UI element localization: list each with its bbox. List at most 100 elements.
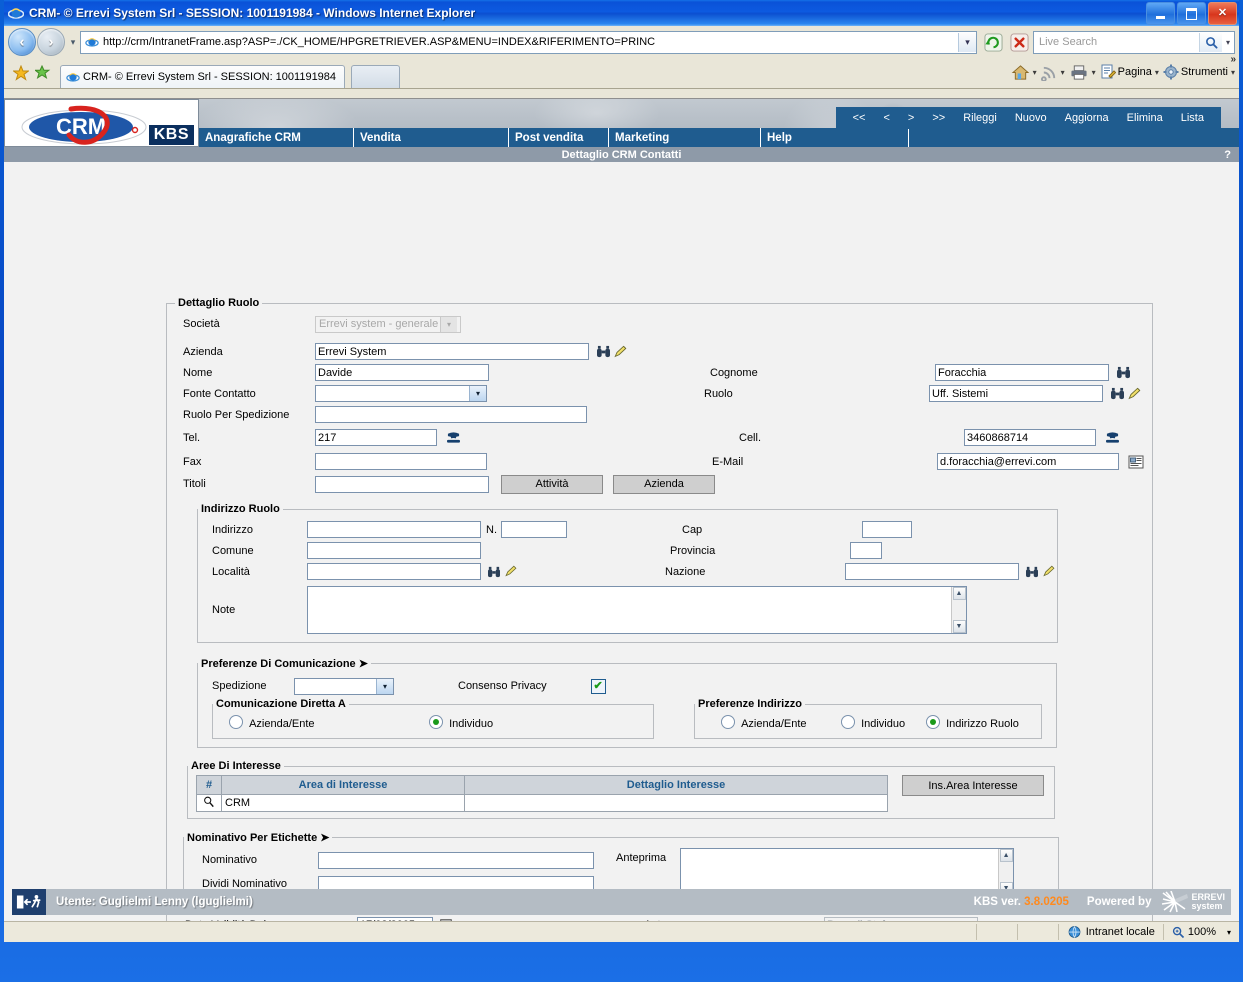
- nome-input[interactable]: [315, 364, 489, 381]
- help-icon[interactable]: ?: [1224, 149, 1231, 161]
- tools-menu[interactable]: Strumenti ▾: [1163, 64, 1235, 80]
- ins-area-interesse-button[interactable]: Ins.Area Interesse: [902, 775, 1044, 796]
- toolbar-first-button[interactable]: <<: [844, 112, 875, 124]
- page-menu[interactable]: Pagina ▾: [1100, 64, 1159, 80]
- fax-input[interactable]: [315, 453, 487, 470]
- toolbar-last-button[interactable]: >>: [923, 112, 954, 124]
- row-magnifier-cell[interactable]: [196, 794, 222, 812]
- add-to-favorites-icon[interactable]: [32, 62, 54, 84]
- new-tab-button[interactable]: [351, 65, 401, 88]
- toolbar-prev-button[interactable]: <: [874, 112, 898, 124]
- nazione-input[interactable]: [845, 563, 1019, 580]
- toolbar-lista-button[interactable]: Lista: [1172, 112, 1213, 124]
- logout-icon[interactable]: [12, 889, 46, 915]
- phone-icon[interactable]: [1104, 430, 1121, 445]
- note-textarea[interactable]: ▲ ▼: [307, 586, 967, 634]
- note-text[interactable]: [308, 587, 951, 633]
- address-bar[interactable]: http://crm/IntranetFrame.asp?ASP=./CK_HO…: [80, 30, 977, 54]
- azienda-input[interactable]: [315, 343, 589, 360]
- row-dettaglio-cell[interactable]: [464, 794, 888, 812]
- back-button[interactable]: ‹: [8, 28, 36, 56]
- address-input[interactable]: http://crm/IntranetFrame.asp?ASP=./CK_HO…: [103, 36, 958, 48]
- history-dropdown[interactable]: ▾: [66, 37, 80, 48]
- stop-button[interactable]: [1007, 30, 1031, 54]
- magnifier-icon[interactable]: [203, 796, 215, 811]
- home-dropdown-icon[interactable]: ▾: [1033, 68, 1037, 77]
- binoculars-icon[interactable]: [1109, 386, 1126, 401]
- menu-item-anagrafiche-crm[interactable]: Anagrafiche CRM: [199, 128, 354, 147]
- titoli-input[interactable]: [315, 475, 489, 493]
- browser-tab[interactable]: CRM- © Errevi System Srl - SESSION: 1001…: [60, 65, 346, 88]
- binoculars-icon[interactable]: [595, 344, 612, 359]
- page-dropdown-icon[interactable]: ▾: [1155, 68, 1159, 77]
- binoculars-icon[interactable]: [1023, 564, 1040, 579]
- toolbar-nuovo-button[interactable]: Nuovo: [1006, 112, 1056, 124]
- pencil-icon[interactable]: [1040, 564, 1057, 579]
- cap-input[interactable]: [862, 521, 912, 538]
- toolbar-aggiorna-button[interactable]: Aggiorna: [1056, 112, 1118, 124]
- cell-input[interactable]: [964, 429, 1096, 446]
- localita-input[interactable]: [307, 563, 481, 580]
- fonte-contatto-select[interactable]: ▾: [315, 385, 487, 402]
- print-dropdown-icon[interactable]: ▾: [1092, 68, 1096, 77]
- menu-item-post-vendita[interactable]: Post vendita: [509, 128, 609, 147]
- radio-azienda-ente[interactable]: Azienda/Ente: [229, 715, 429, 730]
- attivita-button[interactable]: Attività: [501, 474, 603, 494]
- toolbar-rileggi-button[interactable]: Rileggi: [954, 112, 1006, 124]
- feeds-dropdown-icon[interactable]: ▾: [1061, 68, 1065, 77]
- toolbar-elimina-button[interactable]: Elimina: [1118, 112, 1172, 124]
- home-button[interactable]: ▾: [1011, 64, 1037, 81]
- ruolo-input[interactable]: [929, 385, 1103, 402]
- search-input[interactable]: Live Search: [1034, 36, 1199, 48]
- favorites-center-icon[interactable]: [10, 62, 32, 84]
- forward-button[interactable]: ›: [37, 28, 65, 56]
- email-input[interactable]: [937, 453, 1119, 470]
- scroll-down-icon[interactable]: ▼: [952, 620, 966, 633]
- radio-indirizzo-ruolo[interactable]: Indirizzo Ruolo: [926, 715, 1019, 730]
- menu-item-vendita[interactable]: Vendita: [354, 128, 509, 147]
- scroll-up-icon[interactable]: ▲: [999, 849, 1013, 862]
- menu-item-help[interactable]: Help: [761, 128, 909, 147]
- provincia-input[interactable]: [850, 542, 882, 559]
- spedizione-select[interactable]: ▾: [294, 677, 394, 695]
- maximize-button[interactable]: [1177, 2, 1206, 25]
- pencil-icon[interactable]: [612, 344, 629, 359]
- numero-input[interactable]: [501, 521, 567, 538]
- menu-item-marketing[interactable]: Marketing: [609, 128, 761, 147]
- scroll-up-icon[interactable]: ▲: [952, 587, 966, 600]
- search-icon[interactable]: [1199, 32, 1222, 52]
- tel-input[interactable]: [315, 429, 437, 446]
- search-box[interactable]: Live Search ▾: [1033, 30, 1235, 54]
- calendar-icon[interactable]: [437, 918, 454, 921]
- binoculars-icon[interactable]: [1115, 365, 1132, 380]
- minimize-button[interactable]: [1146, 2, 1175, 25]
- radio-indirizzo-individuo[interactable]: Individuo: [841, 715, 926, 730]
- note-scrollbar[interactable]: ▲ ▼: [951, 587, 966, 633]
- pencil-icon[interactable]: [502, 564, 519, 579]
- address-dropdown-icon[interactable]: ▾: [958, 32, 976, 52]
- phone-icon[interactable]: [445, 430, 462, 445]
- security-zone[interactable]: Intranet locale: [1059, 925, 1163, 939]
- toolbar-next-button[interactable]: >: [899, 112, 923, 124]
- feeds-button[interactable]: ▾: [1040, 64, 1065, 81]
- radio-indirizzo-azienda-ente[interactable]: Azienda/Ente: [721, 715, 841, 730]
- data-validita-dal-input[interactable]: [357, 916, 433, 921]
- azienda-button[interactable]: Azienda: [613, 474, 715, 494]
- zoom-control[interactable]: 100% ▾: [1164, 926, 1239, 939]
- toolbar-overflow-icon[interactable]: »: [1230, 54, 1236, 65]
- row-area-cell[interactable]: CRM: [221, 794, 465, 812]
- search-dropdown-icon[interactable]: ▾: [1222, 38, 1234, 47]
- tools-dropdown-icon[interactable]: ▾: [1231, 68, 1235, 77]
- indirizzo-input[interactable]: [307, 521, 481, 538]
- radio-individuo[interactable]: Individuo: [429, 715, 493, 730]
- consenso-privacy-checkbox[interactable]: ✔: [590, 678, 606, 694]
- nominativo-input[interactable]: [318, 851, 594, 869]
- refresh-button[interactable]: [981, 30, 1005, 54]
- cognome-input[interactable]: [935, 364, 1109, 381]
- table-row[interactable]: CRM: [196, 794, 888, 812]
- pencil-icon[interactable]: [1126, 386, 1143, 401]
- ruolo-per-spedizione-input[interactable]: [315, 406, 587, 423]
- print-button[interactable]: ▾: [1069, 64, 1096, 81]
- close-button[interactable]: ✕: [1208, 2, 1237, 25]
- zoom-dropdown-icon[interactable]: ▾: [1227, 928, 1231, 937]
